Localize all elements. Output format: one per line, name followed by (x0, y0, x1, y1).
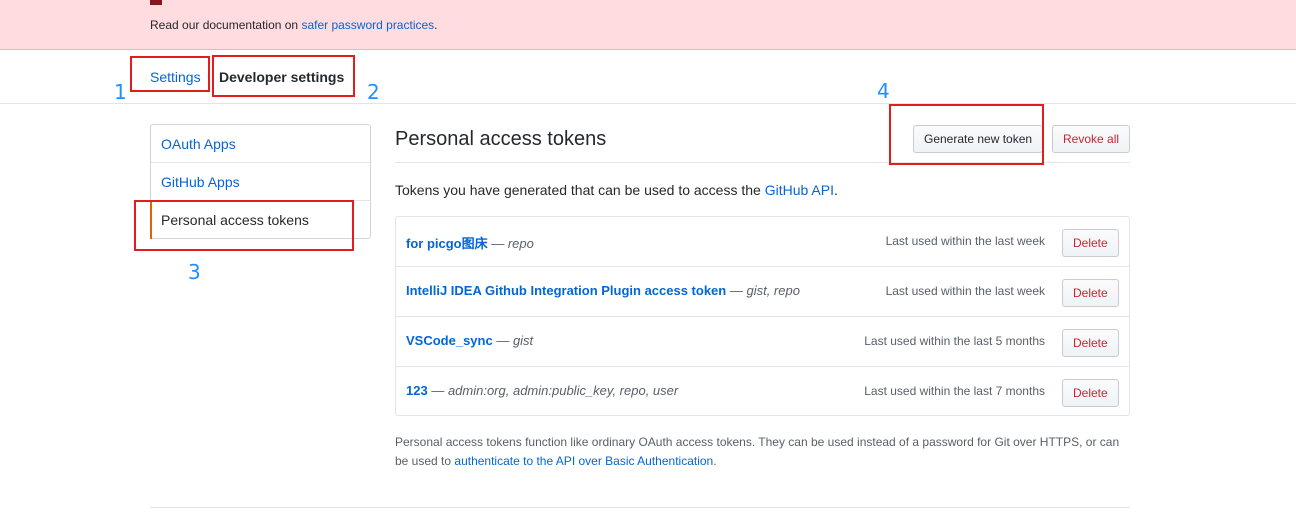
tokens-footnote: Personal access tokens function like ord… (395, 433, 1130, 471)
token-last-used: Last used within the last week (885, 234, 1045, 248)
token-last-used: Last used within the last week (885, 284, 1045, 298)
annotation-box-settings (130, 56, 210, 92)
token-separator: — (427, 383, 448, 398)
token-separator: — (492, 333, 513, 348)
token-row: 123 — admin:org, admin:public_key, repo,… (396, 367, 1129, 417)
flash-doc-text: Read our documentation on safer password… (150, 18, 438, 32)
flash-doc-prefix: Read our documentation on (150, 18, 302, 32)
token-last-used: Last used within the last 7 months (864, 384, 1045, 398)
token-name-link[interactable]: VSCode_sync (406, 333, 493, 348)
delete-token-button[interactable]: Delete (1062, 379, 1119, 407)
annotation-box-developer-settings (212, 55, 355, 97)
token-last-used: Last used within the last 5 months (864, 334, 1045, 348)
sidebar-item-github-apps[interactable]: GitHub Apps (151, 163, 370, 201)
bottom-divider (150, 507, 1130, 508)
github-api-link[interactable]: GitHub API (765, 182, 834, 198)
tokens-intro: Tokens you have generated that can be us… (395, 182, 838, 198)
token-scopes: repo (507, 236, 534, 251)
token-list: for picgo图床 — repo Last used within the … (395, 216, 1130, 416)
page-title: Personal access tokens (395, 128, 607, 150)
annotation-number-2: 2 (367, 80, 380, 104)
sidebar-item-oauth-apps[interactable]: OAuth Apps (151, 125, 370, 163)
token-row: IntelliJ IDEA Github Integration Plugin … (396, 267, 1129, 317)
tokens-intro-prefix: Tokens you have generated that can be us… (395, 182, 765, 198)
annotation-number-3: 3 (188, 260, 201, 284)
flash-banner: Read our documentation on safer password… (0, 0, 1296, 50)
delete-token-button[interactable]: Delete (1062, 229, 1119, 257)
token-scopes: admin:org, admin:public_key, repo, user (447, 383, 679, 398)
token-row: for picgo图床 — repo Last used within the … (396, 217, 1129, 267)
alert-icon (150, 0, 162, 5)
token-description: for picgo图床 — repo (406, 233, 534, 252)
token-scopes: gist (512, 333, 534, 348)
annotation-box-generate-token (889, 104, 1044, 165)
revoke-all-button[interactable]: Revoke all (1052, 125, 1131, 153)
delete-token-button[interactable]: Delete (1062, 279, 1119, 307)
token-name-link[interactable]: 123 (406, 383, 428, 398)
tokens-intro-suffix: . (833, 182, 838, 198)
token-description: 123 — admin:org, admin:public_key, repo,… (406, 383, 678, 398)
token-description: VSCode_sync — gist (406, 333, 533, 348)
token-name-link[interactable]: for picgo图床 (406, 236, 488, 251)
token-separator: — (726, 283, 747, 298)
token-description: IntelliJ IDEA Github Integration Plugin … (406, 283, 800, 298)
flash-doc-suffix: . (434, 18, 438, 32)
safer-password-link[interactable]: safer password practices (301, 18, 434, 32)
token-row: VSCode_sync — gist Last used within the … (396, 317, 1129, 367)
token-separator: — (487, 236, 508, 251)
annotation-number-1: 1 (114, 80, 127, 104)
annotation-number-4: 4 (877, 79, 890, 103)
footnote-suffix: . (713, 454, 717, 468)
delete-token-button[interactable]: Delete (1062, 329, 1119, 357)
token-name-link[interactable]: IntelliJ IDEA Github Integration Plugin … (406, 283, 726, 298)
annotation-box-personal-access-tokens (134, 200, 354, 251)
token-scopes: gist, repo (746, 283, 800, 298)
basic-auth-link[interactable]: authenticate to the API over Basic Authe… (454, 454, 713, 468)
